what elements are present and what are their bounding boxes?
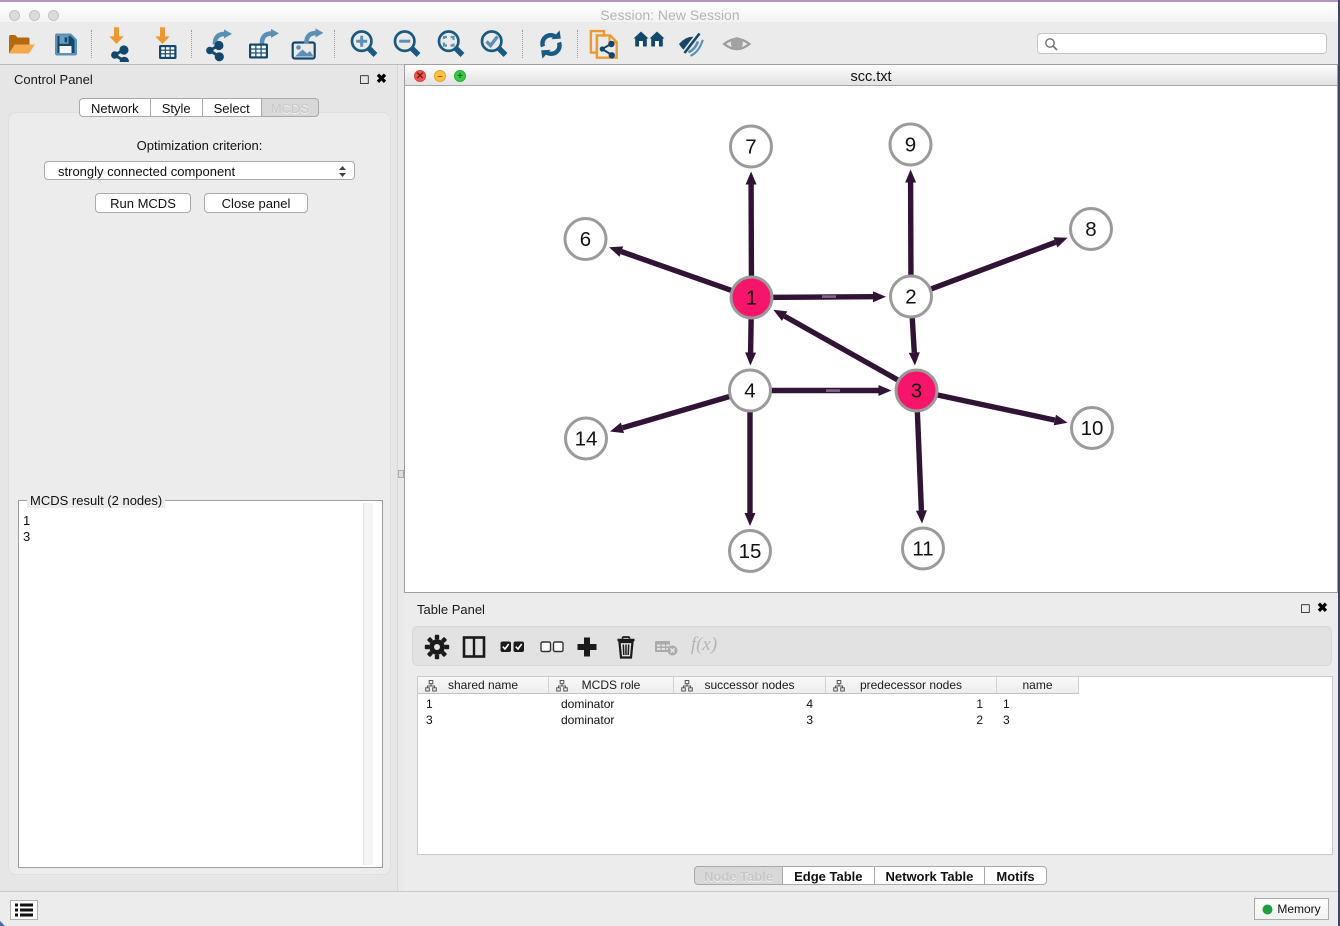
svg-text:3: 3: [911, 380, 922, 403]
svg-text:11: 11: [912, 538, 933, 561]
svg-text:6: 6: [580, 228, 591, 251]
svg-text:7: 7: [745, 136, 756, 159]
svg-text:8: 8: [1085, 218, 1096, 241]
svg-text:1: 1: [746, 287, 757, 310]
svg-text:15: 15: [739, 540, 762, 563]
svg-text:14: 14: [575, 428, 598, 451]
svg-text:10: 10: [1081, 417, 1104, 440]
svg-text:9: 9: [905, 134, 916, 157]
svg-text:2: 2: [905, 286, 916, 309]
svg-text:4: 4: [744, 380, 755, 403]
